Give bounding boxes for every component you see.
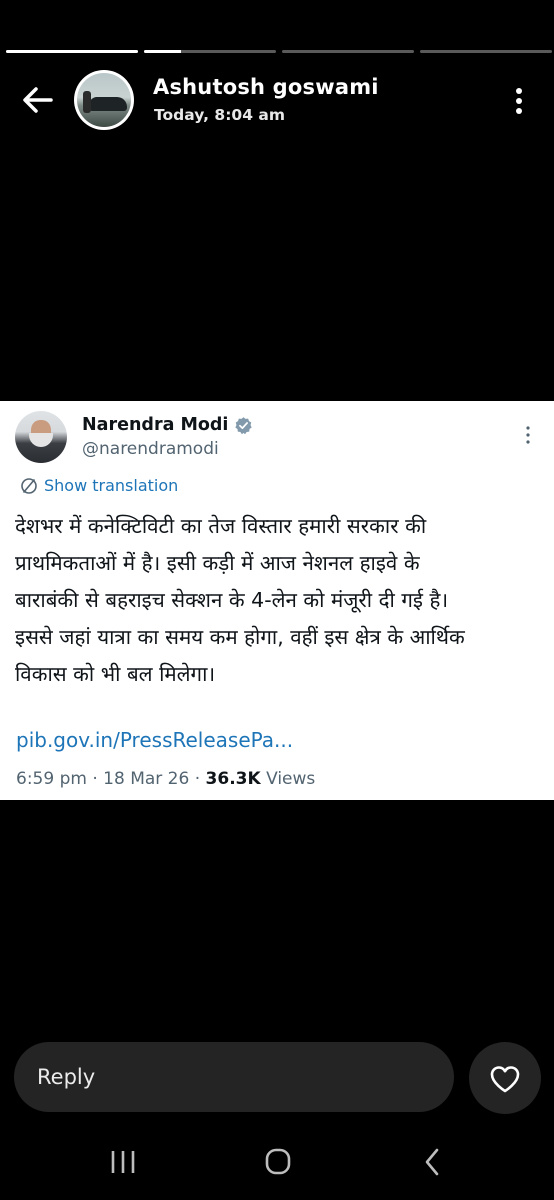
verified-badge-icon — [235, 417, 252, 435]
tweet-meta: 6:59 pm · 18 Mar 26 · 36.3K Views — [16, 769, 315, 789]
author-name[interactable]: Ashutosh goswami — [153, 75, 379, 99]
back-button[interactable] — [20, 84, 56, 116]
system-nav-bar — [0, 1135, 554, 1195]
meta-separator: · — [92, 769, 98, 789]
progress-segment — [420, 50, 552, 53]
translate-icon — [21, 477, 37, 494]
recents-icon — [111, 1151, 135, 1173]
progress-fill — [144, 50, 181, 53]
progress-segment — [144, 50, 276, 53]
show-translation-label: Show translation — [44, 476, 179, 495]
progress-segment — [6, 50, 138, 53]
home-icon — [265, 1148, 291, 1175]
progress-fill — [6, 50, 138, 53]
show-translation: Show translation — [20, 476, 178, 495]
meta-separator: · — [194, 769, 201, 789]
progress-segment — [282, 50, 414, 53]
tweet-author-avatar — [15, 411, 67, 463]
reply-input[interactable] — [14, 1042, 454, 1112]
author-avatar[interactable] — [74, 70, 134, 130]
avatar-photo — [77, 73, 131, 127]
home-button[interactable] — [256, 1145, 300, 1179]
story-progress — [6, 50, 552, 54]
recents-button[interactable] — [101, 1145, 145, 1179]
tweet-card: Narendra Modi @narendramodi Show transla… — [0, 401, 554, 800]
tweet-author-handle: @narendramodi — [82, 439, 219, 459]
heart-outline-icon — [490, 1066, 520, 1093]
tweet-time: 6:59 pm — [16, 769, 87, 789]
story-timestamp: Today, 8:04 am — [154, 106, 285, 124]
more-vertical-icon — [516, 88, 522, 114]
back-arrow-icon — [23, 87, 53, 113]
story-header: Ashutosh goswami Today, 8:04 am — [0, 68, 554, 132]
tweet-link: pib.gov.in/PressReleasePa... — [16, 728, 294, 752]
tweet-author-name: Narendra Modi — [82, 415, 229, 435]
back-icon — [425, 1148, 439, 1176]
system-back-button[interactable] — [410, 1145, 454, 1179]
reply-field-container — [14, 1042, 454, 1112]
tweet-views-label: Views — [266, 769, 316, 789]
like-button[interactable] — [469, 1042, 541, 1114]
more-options-button[interactable] — [508, 86, 530, 116]
tweet-text: देशभर में कनेक्टिविटी का तेज विस्तार हमा… — [15, 514, 465, 686]
tweet-views-count: 36.3K — [205, 769, 261, 789]
more-vertical-icon — [526, 426, 530, 444]
tweet-date: 18 Mar 26 — [103, 769, 190, 789]
